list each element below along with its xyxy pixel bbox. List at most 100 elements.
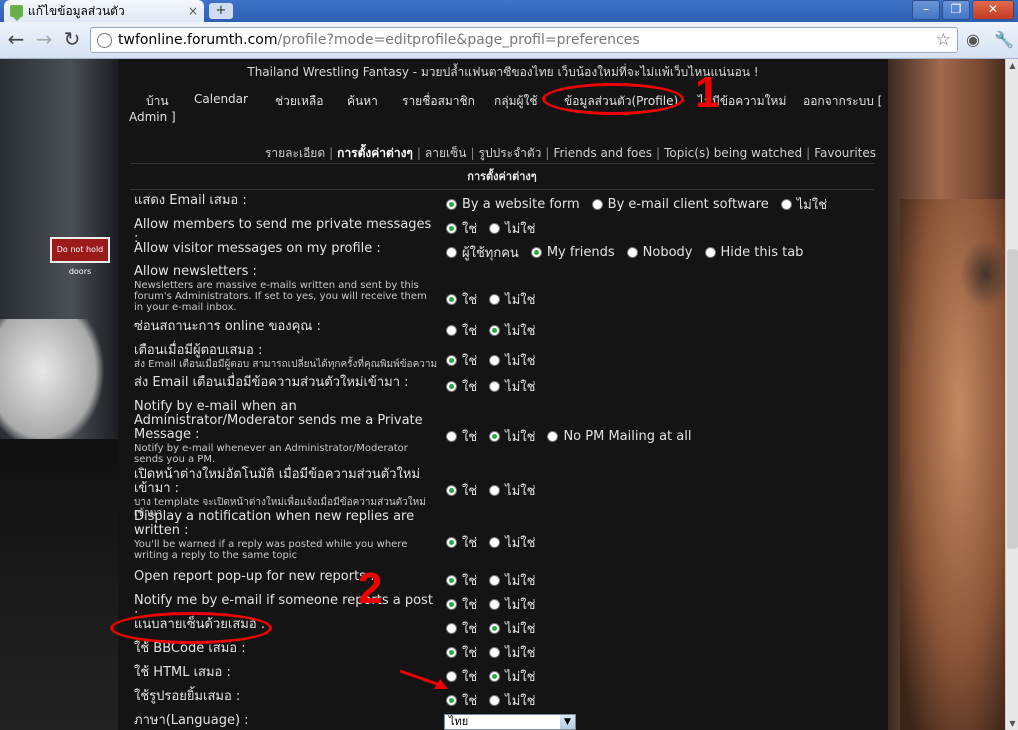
chevron-down-icon[interactable]: ▼ [560,715,575,729]
radio-option[interactable]: My friends [530,245,615,260]
radio-option[interactable]: ไม่ใช่ [489,618,535,639]
radio-selected-icon[interactable] [446,223,457,234]
radio-option[interactable]: ผู้ใช้ทุกคน [446,242,519,263]
scroll-down-icon[interactable]: ▼ [1006,717,1018,730]
close-tab-icon[interactable]: × [188,4,198,18]
radio-selected-icon[interactable] [489,431,501,442]
radio-option[interactable]: ใช่ [446,480,477,501]
radio-option[interactable]: ไม่ใช่ [489,218,535,239]
radio-option[interactable]: ใช่ [446,376,477,397]
radio-selected-icon[interactable] [446,485,457,496]
radio-selected-icon[interactable] [446,647,457,658]
radio-unselected-icon[interactable] [489,695,501,706]
radio-option[interactable]: ไม่ใช่ [489,376,535,397]
radio-option[interactable]: ใช่ [446,642,477,663]
radio-selected-icon[interactable] [489,325,501,336]
radio-option[interactable]: No PM Mailing at all [547,429,691,444]
radio-unselected-icon[interactable] [446,431,457,442]
nav-logout-user[interactable]: Admin ] [129,110,176,124]
subnav-avatar[interactable]: รูปประจำตัว [479,146,542,160]
radio-option[interactable]: ใช่ [446,618,477,639]
radio-selected-icon[interactable] [446,695,457,706]
radio-option[interactable]: ไม่ใช่ [489,690,535,711]
nav-home[interactable]: บ้าน [146,92,169,111]
radio-option[interactable]: ไม่ใช่ [489,320,535,341]
radio-option[interactable]: Hide this tab [704,245,803,260]
radio-option[interactable]: Nobody [626,245,693,260]
radio-option[interactable]: ใช่ [446,532,477,553]
radio-option[interactable]: ไม่ใช่ [780,194,827,215]
radio-unselected-icon[interactable] [780,199,792,210]
radio-selected-icon[interactable] [446,355,457,366]
radio-unselected-icon[interactable] [489,294,501,305]
radio-unselected-icon[interactable] [489,485,501,496]
radio-option[interactable]: ไม่ใช่ [489,570,535,591]
subnav-friends-foes[interactable]: Friends and foes [553,146,652,160]
browser-tab[interactable]: แก้ไขข้อมูลส่วนตัว × [4,0,204,22]
language-select[interactable]: ไทย ▼ [444,714,576,730]
extension-icon[interactable]: ◉ [966,30,980,49]
radio-option[interactable]: ใช่ [446,426,477,447]
radio-selected-icon[interactable] [446,575,457,586]
maximize-button[interactable]: ❐ [942,0,970,20]
radio-option[interactable]: ไม่ใช่ [489,594,535,615]
wrench-icon[interactable]: 🔧 [994,30,1014,49]
radio-unselected-icon[interactable] [626,247,638,258]
forward-arrow-icon[interactable]: → [32,28,56,52]
radio-selected-icon[interactable] [446,294,457,305]
radio-selected-icon[interactable] [446,599,457,610]
radio-unselected-icon[interactable] [446,247,457,258]
radio-option[interactable]: ไม่ใช่ [489,642,535,663]
nav-logout[interactable]: ออกจากระบบ [ [803,92,882,111]
radio-unselected-icon[interactable] [489,355,501,366]
radio-option[interactable]: ไม่ใช่ [489,350,535,371]
back-arrow-icon[interactable]: ← [4,28,28,52]
bookmark-star-icon[interactable]: ☆ [936,30,951,50]
radio-selected-icon[interactable] [489,671,501,682]
nav-search[interactable]: ค้นหา [347,92,378,111]
radio-option[interactable]: ไม่ใช่ [489,480,535,501]
radio-unselected-icon[interactable] [446,623,457,634]
radio-option[interactable]: ไม่ใช่ [489,532,535,553]
radio-unselected-icon[interactable] [489,223,501,234]
radio-option[interactable]: ไม่ใช่ [489,289,535,310]
radio-option[interactable]: ใช่ [446,320,477,341]
subnav-favourites[interactable]: Favourites [814,146,876,160]
radio-option[interactable]: ใช่ [446,594,477,615]
nav-memberlist[interactable]: รายชื่อสมาชิก [402,92,475,111]
radio-option[interactable]: ใช่ [446,570,477,591]
radio-selected-icon[interactable] [446,381,457,392]
radio-unselected-icon[interactable] [489,575,501,586]
close-window-button[interactable]: ✕ [972,0,1014,20]
radio-option[interactable]: ไม่ใช่ [489,426,535,447]
scroll-thumb[interactable] [1007,249,1018,549]
subnav-preferences[interactable]: การตั้งค่าต่างๆ [337,146,413,160]
scroll-up-icon[interactable]: ▲ [1006,59,1018,72]
subnav-details[interactable]: รายละเอียด [265,146,325,160]
vertical-scrollbar[interactable]: ▲ ▼ [1005,59,1018,730]
radio-option[interactable]: ไม่ใช่ [489,666,535,687]
radio-unselected-icon[interactable] [489,537,501,548]
nav-help[interactable]: ช่วยเหลือ [275,92,324,111]
nav-calendar[interactable]: Calendar [194,92,248,106]
new-tab-button[interactable]: + [209,3,233,19]
radio-unselected-icon[interactable] [547,431,559,442]
subnav-signature[interactable]: ลายเซ็น [425,146,467,160]
radio-unselected-icon[interactable] [489,381,501,392]
radio-option[interactable]: ใช่ [446,690,477,711]
radio-option[interactable]: ใช่ [446,218,477,239]
radio-unselected-icon[interactable] [591,199,603,210]
radio-option[interactable]: ใช่ [446,350,477,371]
subnav-watched-topics[interactable]: Topic(s) being watched [664,146,802,160]
radio-unselected-icon[interactable] [489,647,501,658]
minimize-button[interactable]: – [912,0,940,20]
nav-usergroups[interactable]: กลุ่มผู้ใช้ [494,92,538,111]
radio-selected-icon[interactable] [489,623,501,634]
radio-unselected-icon[interactable] [446,325,457,336]
radio-unselected-icon[interactable] [704,247,716,258]
address-bar[interactable]: twfonline.forumth.com/profile?mode=editp… [90,27,958,53]
radio-option[interactable]: By e-mail client software [591,197,769,212]
radio-option[interactable]: By a website form [446,197,580,212]
radio-selected-icon[interactable] [446,537,457,548]
radio-selected-icon[interactable] [530,247,542,258]
